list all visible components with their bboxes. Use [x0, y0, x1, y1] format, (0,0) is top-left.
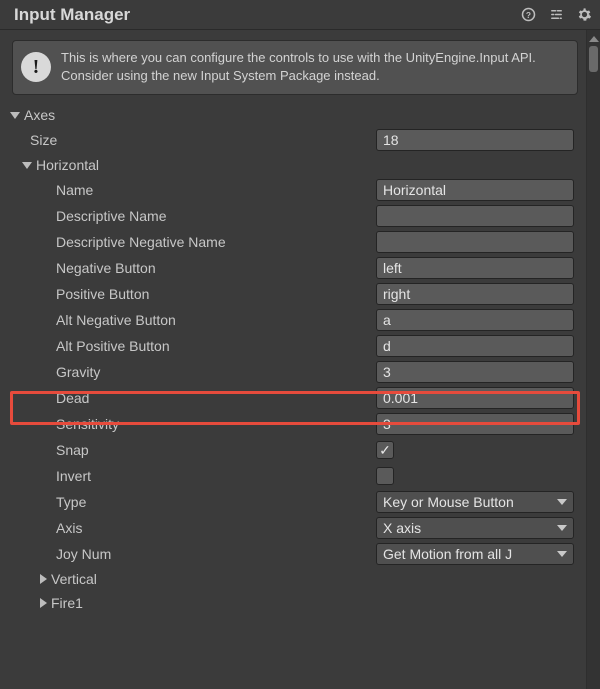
row-descriptive-negative-name: Descriptive Negative Name: [4, 229, 592, 255]
row-positive-button: Positive Button: [4, 281, 592, 307]
info-text: This is where you can configure the cont…: [61, 49, 567, 84]
row-type: Type Key or Mouse Button: [4, 489, 592, 515]
joy-num-select[interactable]: Get Motion from all J: [376, 543, 574, 565]
presets-icon[interactable]: [548, 7, 564, 23]
foldout-fire1[interactable]: Fire1: [4, 591, 592, 615]
prop-label: Gravity: [4, 364, 376, 380]
positive-button-input[interactable]: [376, 283, 574, 305]
type-select-value: Key or Mouse Button: [383, 494, 514, 510]
size-label: Size: [4, 132, 376, 148]
row-invert: Invert: [4, 463, 592, 489]
row-joy-num: Joy Num Get Motion from all J: [4, 541, 592, 567]
prop-label: Snap: [4, 442, 376, 458]
prop-label: Dead: [4, 390, 376, 406]
row-size: Size: [4, 127, 592, 153]
collapsed-axis-label: Vertical: [51, 571, 97, 587]
prop-label: Descriptive Name: [4, 208, 376, 224]
svg-text:?: ?: [525, 10, 530, 20]
panel-title: Input Manager: [14, 5, 520, 25]
alt-negative-button-input[interactable]: [376, 309, 574, 331]
info-icon: !: [21, 52, 51, 82]
gravity-input[interactable]: [376, 361, 574, 383]
chevron-right-icon: [40, 574, 47, 584]
chevron-down-icon: [22, 162, 32, 169]
type-select[interactable]: Key or Mouse Button: [376, 491, 574, 513]
prop-label: Invert: [4, 468, 376, 484]
collapsed-axis-label: Fire1: [51, 595, 83, 611]
snap-checkbox[interactable]: ✓: [376, 441, 394, 459]
content: ! This is where you can configure the co…: [0, 30, 600, 615]
foldout-axes[interactable]: Axes: [4, 103, 592, 127]
prop-label: Sensitivity: [4, 416, 376, 432]
prop-label: Joy Num: [4, 546, 376, 562]
prop-label: Type: [4, 494, 376, 510]
row-snap: Snap ✓: [4, 437, 592, 463]
chevron-down-icon: [10, 112, 20, 119]
row-descriptive-name: Descriptive Name: [4, 203, 592, 229]
row-alt-negative-button: Alt Negative Button: [4, 307, 592, 333]
prop-label: Descriptive Negative Name: [4, 234, 376, 250]
foldout-horizontal[interactable]: Horizontal: [4, 153, 592, 177]
prop-label: Positive Button: [4, 286, 376, 302]
descriptive-negative-name-input[interactable]: [376, 231, 574, 253]
row-alt-positive-button: Alt Positive Button: [4, 333, 592, 359]
axis-select[interactable]: X axis: [376, 517, 574, 539]
prop-label: Axis: [4, 520, 376, 536]
row-negative-button: Negative Button: [4, 255, 592, 281]
foldout-vertical[interactable]: Vertical: [4, 567, 592, 591]
info-box: ! This is where you can configure the co…: [12, 40, 578, 95]
negative-button-input[interactable]: [376, 257, 574, 279]
title-icons: ?: [520, 7, 592, 23]
row-sensitivity: Sensitivity: [4, 411, 592, 437]
prop-label: Alt Negative Button: [4, 312, 376, 328]
horizontal-label: Horizontal: [36, 157, 99, 173]
alt-positive-button-input[interactable]: [376, 335, 574, 357]
row-dead: Dead: [4, 385, 592, 411]
axes-label: Axes: [24, 107, 55, 123]
joy-num-select-value: Get Motion from all J: [383, 546, 512, 562]
axis-select-value: X axis: [383, 520, 421, 536]
invert-checkbox[interactable]: [376, 467, 394, 485]
dead-input[interactable]: [376, 387, 574, 409]
help-icon[interactable]: ?: [520, 7, 536, 23]
row-gravity: Gravity: [4, 359, 592, 385]
chevron-right-icon: [40, 598, 47, 608]
prop-label: Name: [4, 182, 376, 198]
size-input[interactable]: [376, 129, 574, 151]
gear-icon[interactable]: [576, 7, 592, 23]
name-input[interactable]: [376, 179, 574, 201]
sensitivity-input[interactable]: [376, 413, 574, 435]
row-name: Name: [4, 177, 592, 203]
prop-label: Negative Button: [4, 260, 376, 276]
descriptive-name-input[interactable]: [376, 205, 574, 227]
titlebar: Input Manager ?: [0, 0, 600, 30]
row-axis: Axis X axis: [4, 515, 592, 541]
prop-label: Alt Positive Button: [4, 338, 376, 354]
